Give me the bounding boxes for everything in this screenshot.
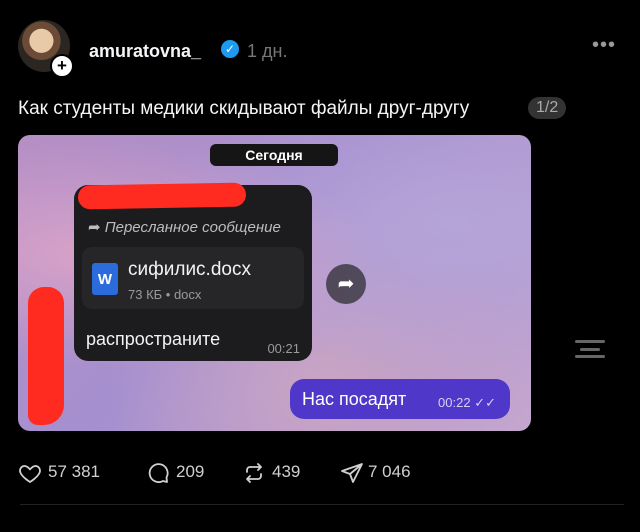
verified-icon: ✓	[221, 40, 239, 58]
date-label: Сегодня	[210, 144, 338, 166]
like-count: 57 381	[48, 462, 100, 481]
file-name: сифилис.docx	[128, 259, 251, 280]
file-attachment[interactable]: W сифилис.docx 73 КБ • docx	[82, 247, 304, 309]
word-doc-icon: W	[92, 263, 118, 295]
forwarded-label: ➦ Пересланное сообщение	[88, 219, 281, 236]
repost-count: 439	[272, 462, 301, 481]
action-bar: 57 381 209 439 7 046	[18, 458, 438, 488]
share-arrow-icon[interactable]: ➦	[326, 264, 366, 304]
outgoing-message-bubble: Нас посадят 00:22 ✓✓	[290, 379, 510, 419]
repost-icon	[246, 463, 262, 483]
outgoing-message-text: Нас посадят	[302, 389, 407, 409]
comment-count: 209	[176, 462, 205, 481]
divider	[20, 504, 624, 505]
redaction-scribble	[28, 287, 64, 425]
send-icon	[341, 463, 363, 483]
plus-icon[interactable]: +	[50, 54, 74, 78]
post-media[interactable]: Сегодня ➦ Пересланное сообщение W сифили…	[18, 135, 531, 431]
comment-icon	[148, 463, 169, 484]
incoming-message-text: распространите	[86, 329, 221, 349]
outgoing-message-time: 00:22 ✓✓	[438, 395, 496, 410]
post-time: 1 дн.	[247, 41, 288, 61]
share-count: 7 046	[368, 462, 411, 481]
double-check-icon: ✓✓	[470, 395, 496, 410]
file-meta: 73 КБ • docx	[128, 287, 202, 302]
incoming-message-bubble: ➦ Пересланное сообщение W сифилис.docx 7…	[74, 185, 312, 361]
forward-arrow-icon: ➦	[88, 219, 105, 236]
page-indicator: 1/2	[528, 97, 567, 119]
post-header: + amuratovna_ ✓ 1 дн. •••	[18, 20, 622, 78]
menu-lines-icon[interactable]	[575, 340, 605, 358]
username[interactable]: amuratovna_	[89, 41, 201, 62]
heart-icon	[19, 465, 41, 484]
redaction-scribble	[77, 182, 247, 210]
more-icon[interactable]: •••	[592, 34, 616, 57]
post-caption: Как студенты медики скидывают файлы друг…	[18, 98, 470, 119]
incoming-message-time: 00:21	[267, 341, 300, 356]
